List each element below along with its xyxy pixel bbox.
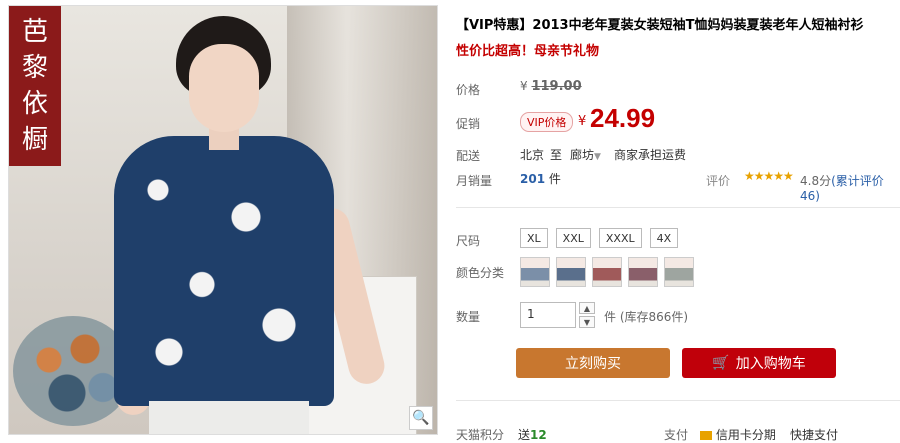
product-subtitle: 性价比超高！母亲节礼物 bbox=[456, 44, 600, 59]
rating-label: 评价 bbox=[706, 174, 731, 188]
photo-pants bbox=[149, 401, 309, 434]
tmall-points-label: 天猫积分 bbox=[456, 428, 505, 442]
shipping-to-word: 至 bbox=[550, 148, 563, 162]
chevron-down-icon: ▼ bbox=[594, 152, 601, 162]
color-label: 颜色分类 bbox=[456, 266, 505, 280]
currency-symbol: ¥ bbox=[578, 114, 587, 129]
brand-char: 依 bbox=[21, 89, 48, 119]
photo-face bbox=[189, 44, 259, 132]
color-swatch[interactable] bbox=[556, 257, 586, 287]
express-pay-option[interactable]: 快捷支付 bbox=[790, 426, 838, 443]
divider bbox=[456, 400, 900, 401]
size-label: 尺码 bbox=[456, 234, 481, 248]
sales-unit: 件 bbox=[548, 172, 561, 186]
sales-label: 月销量 bbox=[456, 174, 493, 188]
points-info: 送12 bbox=[518, 426, 547, 443]
brand-logo: 芭 黎 依 橱 bbox=[9, 6, 61, 166]
original-price: ¥ 119.00 bbox=[520, 79, 582, 94]
credit-card-icon bbox=[700, 431, 712, 440]
product-page: 芭 黎 依 橱 🔍 【VIP特惠】2013中老年夏装女装短袖T恤妈妈装夏装老年人… bbox=[0, 0, 900, 443]
size-option[interactable]: XXL bbox=[555, 228, 591, 248]
rating-summary[interactable]: 4.8分(累计评价46) bbox=[800, 172, 900, 203]
quantity-down-button[interactable]: ▼ bbox=[579, 316, 595, 328]
shipping-from: 北京 bbox=[520, 148, 545, 162]
size-option[interactable]: XXXL bbox=[598, 228, 642, 248]
color-swatch[interactable] bbox=[664, 257, 694, 287]
shipping-fee: 商家承担运费 bbox=[614, 148, 687, 162]
size-options: XL XXL XXXL 4X bbox=[520, 228, 679, 248]
size-option[interactable]: 4X bbox=[649, 228, 679, 248]
original-price-value: 119.00 bbox=[531, 79, 582, 94]
rating-score: 4.8分 bbox=[800, 174, 832, 188]
promo-label: 促销 bbox=[456, 117, 481, 131]
product-image[interactable]: 芭 黎 依 橱 🔍 bbox=[8, 5, 438, 435]
cart-icon: 🛒 bbox=[712, 355, 730, 371]
add-to-cart-button[interactable]: 🛒 加入购物车 bbox=[682, 348, 836, 378]
photo-shirt bbox=[114, 136, 334, 406]
brand-char: 黎 bbox=[21, 53, 48, 83]
shipping-dest: 廊坊 bbox=[570, 148, 595, 162]
color-swatch[interactable] bbox=[628, 257, 658, 287]
divider bbox=[456, 207, 900, 208]
points-value: 12 bbox=[530, 428, 547, 442]
points-prefix: 送 bbox=[518, 428, 531, 442]
sales-count: 201 bbox=[520, 172, 546, 186]
buy-now-button[interactable]: 立刻购买 bbox=[516, 348, 670, 378]
size-option[interactable]: XL bbox=[520, 228, 548, 248]
vip-badge: VIP价格 bbox=[520, 112, 574, 132]
color-swatch[interactable] bbox=[520, 257, 550, 287]
monthly-sales: 201 件 bbox=[520, 170, 561, 187]
color-swatch[interactable] bbox=[592, 257, 622, 287]
price-label: 价格 bbox=[456, 83, 481, 97]
currency-symbol: ¥ bbox=[520, 79, 528, 93]
brand-char: 芭 bbox=[21, 17, 48, 47]
pay-label: 支付 bbox=[664, 428, 689, 442]
add-to-cart-label: 加入购物车 bbox=[735, 356, 806, 372]
zoom-icon[interactable]: 🔍 bbox=[409, 406, 433, 430]
shipping-label: 配送 bbox=[456, 149, 481, 163]
quantity-up-button[interactable]: ▲ bbox=[579, 302, 595, 314]
brand-char: 橱 bbox=[21, 125, 48, 155]
product-title: 【VIP特惠】2013中老年夏装女装短袖T恤妈妈装夏装老年人短袖衬衫 bbox=[456, 18, 864, 33]
quantity-input[interactable]: 1 bbox=[520, 302, 576, 328]
stock-info: 件 (库存866件) bbox=[604, 310, 689, 324]
color-options bbox=[520, 257, 694, 287]
current-price: 24.99 bbox=[590, 103, 656, 133]
quantity-label: 数量 bbox=[456, 310, 481, 324]
installment-option[interactable]: 信用卡分期 bbox=[700, 426, 776, 443]
rating-stars-icon: ★★★★★ bbox=[744, 169, 794, 183]
installment-label: 信用卡分期 bbox=[715, 428, 776, 442]
product-info: 【VIP特惠】2013中老年夏装女装短袖T恤妈妈装夏装老年人短袖衬衫 性价比超高… bbox=[456, 0, 900, 443]
shipping-dest-select[interactable]: 廊坊▼ bbox=[570, 146, 601, 163]
